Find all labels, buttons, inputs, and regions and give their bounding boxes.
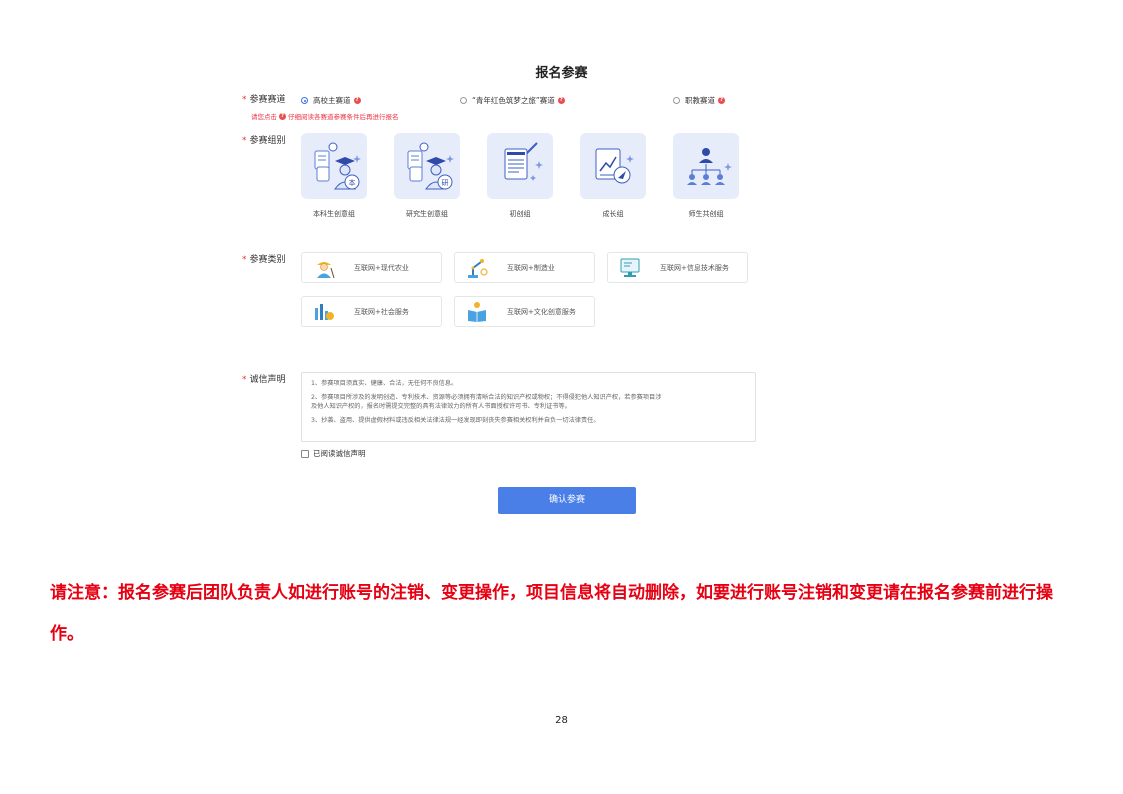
track-hint: 请您点击 ? 仔细阅读各赛道参赛条件后再进行报名	[251, 112, 399, 121]
graduate-icon: 研	[407, 142, 454, 190]
question-icon[interactable]: ?	[353, 97, 361, 104]
group-card-startup[interactable]	[487, 133, 553, 199]
declaration-line: 3、抄袭、盗用、提供虚假材料或违反相关法律法规一经发现即刻丧失参赛相关权利并自负…	[311, 417, 600, 424]
group-card-label: 成长组	[602, 210, 624, 218]
group-label: * 参赛组别	[242, 136, 286, 146]
page-number: 28	[555, 715, 568, 726]
category-label: * 参赛类别	[242, 255, 286, 265]
question-icon[interactable]: ?	[718, 97, 725, 104]
declaration-line: 及他人知识产权的，报名时需提交完整的具有法律效力的所有人书面授权许可书、专利证书…	[311, 403, 571, 410]
declaration-line: 2、参赛项目所涉及的发明创造、专利技术、资源等必须拥有清晰合法的知识产权或物权；…	[311, 394, 662, 401]
declaration-box: 1、参赛项目须真实、健康、合法，无任何不良信息。 2、参赛项目所涉及的发明创造、…	[301, 372, 756, 442]
question-icon[interactable]: ?	[557, 97, 565, 104]
declaration-label: * 诚信声明	[242, 375, 286, 385]
group-card-label: 师生共创组	[688, 210, 724, 218]
radio-unselected-icon	[673, 97, 680, 104]
track-option-vocational[interactable]: 职教赛道 ?	[673, 95, 725, 106]
group-card-label: 本科生创意组	[313, 210, 355, 218]
category-info-tech[interactable]: 互联网+信息技术服务	[607, 252, 748, 283]
group-card-teacher-student[interactable]	[673, 133, 739, 199]
group-card-label: 初创组	[509, 210, 531, 218]
undergraduate-icon: 本	[314, 142, 361, 190]
notice-text: 请注意：报名参赛后团队负责人如进行账号的注销、变更操作，项目信息将自动删除，如要…	[50, 583, 1053, 644]
radio-unselected-icon	[460, 97, 467, 104]
category-culture[interactable]: 互联网+文化创意服务	[454, 296, 595, 327]
radio-selected-icon	[301, 97, 308, 104]
checkbox-icon[interactable]	[301, 449, 309, 458]
growth-chart-icon	[595, 148, 634, 184]
category-manufacturing[interactable]: 互联网+制造业	[454, 252, 595, 283]
page-title: 报名参赛	[535, 66, 588, 81]
group-card-graduate[interactable]: 研	[394, 133, 460, 199]
confirm-button[interactable]: 确认参赛	[498, 487, 636, 514]
declaration-line: 1、参赛项目须真实、健康、合法，无任何不良信息。	[311, 380, 458, 387]
group-card-label: 研究生创意组	[406, 210, 448, 218]
category-agriculture[interactable]: 互联网+现代农业	[301, 252, 442, 283]
farmer-icon	[317, 261, 335, 278]
svg-text:本: 本	[349, 178, 356, 187]
track-option-university[interactable]: 高校主赛道 ?	[301, 95, 361, 106]
category-social-service[interactable]: 互联网+社会服务	[301, 296, 442, 327]
svg-text:研: 研	[442, 179, 449, 187]
social-service-icon	[315, 303, 334, 320]
track-label: * 参赛赛道	[242, 95, 286, 105]
question-icon[interactable]: ?	[279, 112, 286, 120]
monitor-icon	[620, 258, 640, 277]
culture-book-icon	[468, 301, 486, 322]
group-card-undergraduate[interactable]: 本	[301, 133, 367, 199]
document-icon	[504, 142, 543, 181]
group-card-growth[interactable]	[580, 133, 646, 199]
declaration-checkbox[interactable]: 已阅读诚信声明	[301, 448, 366, 459]
track-option-red-dream[interactable]: “青年红色筑梦之旅”赛道 ?	[460, 95, 565, 106]
team-icon	[687, 148, 732, 185]
robot-arm-icon	[468, 258, 488, 278]
